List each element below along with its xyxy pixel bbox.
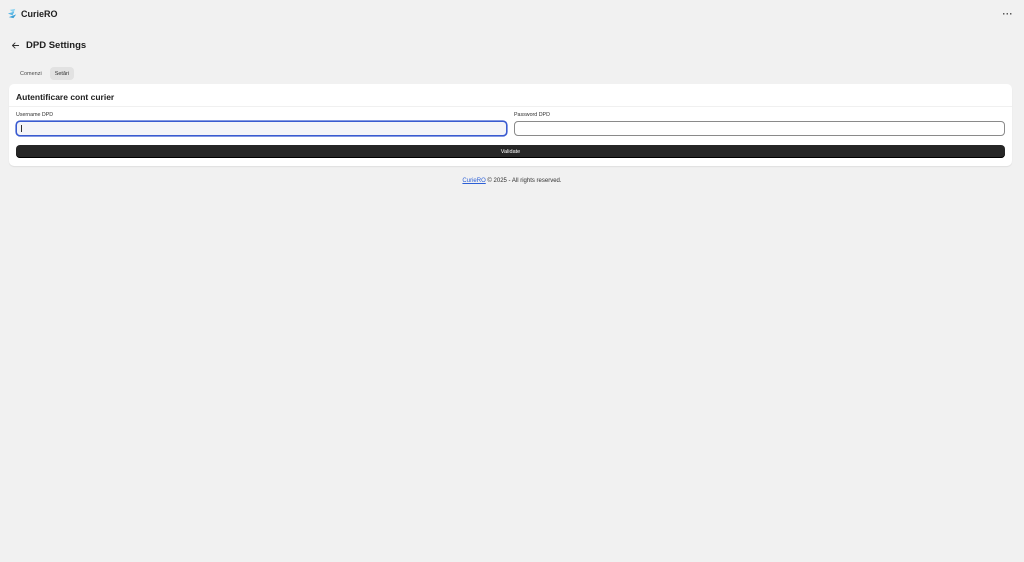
back-arrow-icon[interactable] <box>11 41 20 50</box>
password-input[interactable] <box>514 121 1005 136</box>
username-label: Username DPD <box>16 112 54 118</box>
card-title: Autentificare cont curier <box>16 92 115 102</box>
username-input[interactable] <box>16 121 507 136</box>
password-label: Password DPD <box>514 112 550 118</box>
top-bar: CurieRO ··· <box>0 0 1024 27</box>
more-options-button[interactable]: ··· <box>1003 9 1014 19</box>
tab-bar: Comenzi Setări <box>15 67 75 80</box>
curiero-logo-icon <box>7 8 17 19</box>
tab-setari[interactable]: Setări <box>49 67 75 80</box>
tab-comenzi[interactable]: Comenzi <box>15 67 47 80</box>
app-name: CurieRO <box>21 8 58 19</box>
footer-link[interactable]: CurieRO <box>462 178 485 184</box>
validate-button[interactable]: Validate <box>16 145 1005 158</box>
page-title: DPD Settings <box>26 39 87 51</box>
courier-auth-card: Autentificare cont curier Username DPD P… <box>9 84 1012 166</box>
footer: CurieRO © 2025 - All rights reserved. <box>0 178 1024 184</box>
footer-text: © 2025 - All rights reserved. <box>485 178 562 184</box>
text-caret <box>21 125 22 132</box>
card-divider <box>9 106 1012 107</box>
page-header: DPD Settings <box>11 39 86 51</box>
brand[interactable]: CurieRO <box>7 8 58 19</box>
